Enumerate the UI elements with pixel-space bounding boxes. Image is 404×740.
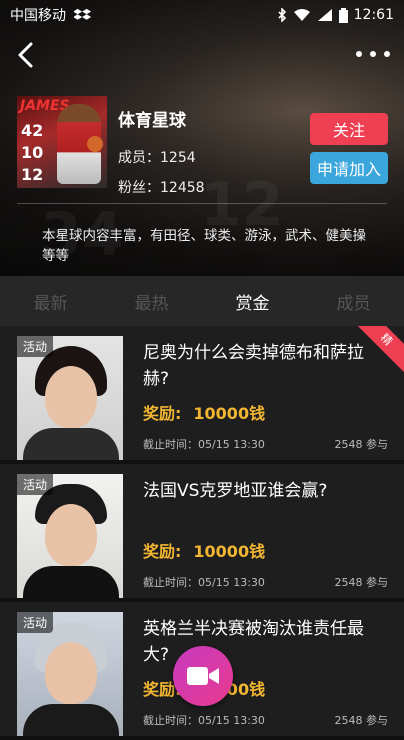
back-arrow-icon[interactable]	[12, 40, 42, 70]
participant-count: 2548 参与	[334, 714, 389, 727]
divider	[17, 203, 387, 204]
bluetooth-icon	[278, 8, 286, 22]
group-name: 体育星球	[118, 111, 186, 131]
cover-stats: 42 10 12	[21, 121, 44, 184]
list-item[interactable]: 活动 尼奥为什么会卖掉德布和萨拉赫? 奖励: 10000钱 截止时间：05/15 …	[0, 326, 404, 464]
post-tag: 活动	[17, 336, 54, 357]
tab-hot[interactable]: 最热	[101, 276, 202, 326]
reward: 奖励:10000钱	[143, 542, 266, 561]
post-deadline: 截止时间：05/15 13:30	[143, 714, 265, 727]
top-nav	[0, 36, 404, 76]
tab-members[interactable]: 成员	[303, 276, 404, 326]
signal-icon	[317, 9, 332, 21]
join-button[interactable]: 申请加入	[310, 152, 388, 184]
dropbox-icon	[74, 8, 92, 20]
member-count: 成员：1254	[118, 150, 196, 166]
post-deadline: 截止时间：05/15 13:30	[143, 438, 265, 451]
post-title: 法国VS克罗地亚谁会赢?	[143, 481, 328, 501]
group-cover-image: JAMES 42 10 12	[17, 96, 107, 188]
clock: 12:61	[353, 7, 394, 23]
post-title: 尼奥为什么会卖掉德布和萨拉赫?	[143, 343, 364, 389]
reward: 奖励:10000钱	[143, 404, 266, 423]
post-thumbnail: 活动	[17, 474, 123, 598]
participant-count: 2548 参与	[334, 576, 389, 589]
post-thumbnail: 活动	[17, 336, 123, 460]
carrier-label: 中国移动	[10, 8, 66, 24]
post-thumbnail: 活动	[17, 612, 123, 736]
post-tag: 活动	[17, 474, 54, 495]
video-record-button[interactable]	[173, 646, 233, 706]
participant-count: 2548 参与	[334, 438, 389, 451]
post-deadline: 截止时间：05/15 13:30	[143, 576, 265, 589]
basketball	[87, 136, 103, 152]
follow-button[interactable]: 关注	[310, 113, 388, 145]
list-item[interactable]: 活动 法国VS克罗地亚谁会赢? 奖励: 10000钱 截止时间：05/15 13:…	[0, 464, 404, 602]
status-bar: 中国移动 12:61	[0, 0, 404, 30]
tab-latest[interactable]: 最新	[0, 276, 101, 326]
group-info: 体育星球 成员：1254 粉丝：12458	[118, 106, 205, 197]
post-tag: 活动	[17, 612, 54, 633]
more-dots-icon[interactable]	[356, 42, 390, 66]
video-camera-icon	[187, 667, 219, 685]
tab-bar: 最新 最热 赏金 成员	[0, 276, 404, 326]
tab-bounty[interactable]: 赏金	[202, 276, 303, 326]
wifi-icon	[293, 9, 310, 21]
group-description: 本星球内容丰富，有田径、球类、游泳，武术、健美操等等	[42, 228, 366, 264]
fan-count: 粉丝：12458	[118, 180, 205, 196]
battery-icon	[338, 7, 348, 23]
